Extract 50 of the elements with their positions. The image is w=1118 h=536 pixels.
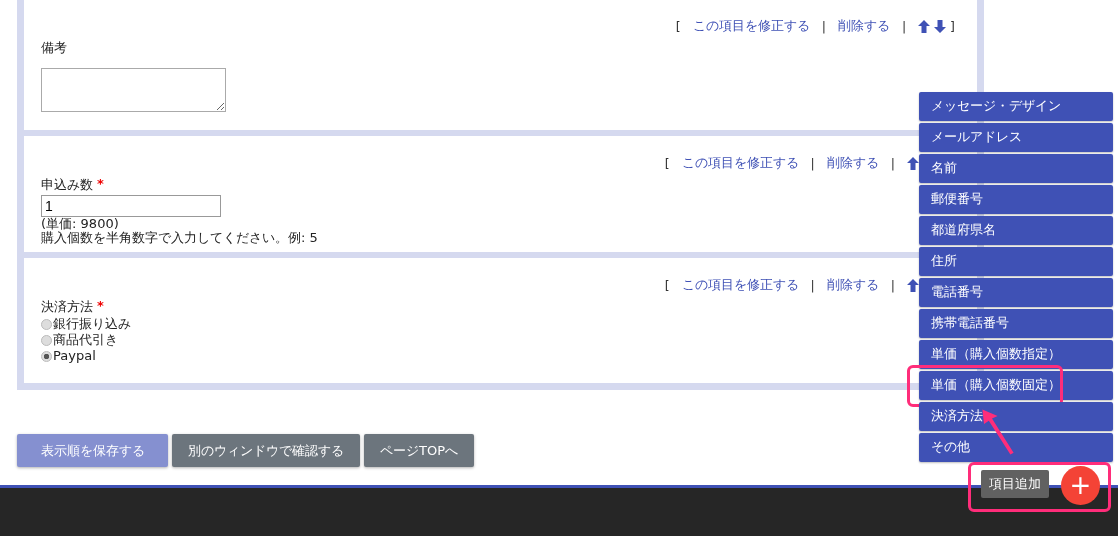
menu-item[interactable]: メールアドレス: [919, 123, 1113, 152]
tooltip: 項目追加: [981, 470, 1049, 498]
delete-link[interactable]: 削除する: [826, 276, 879, 294]
option-label: 銀行振り込み: [53, 316, 131, 332]
edit-link[interactable]: この項目を修正する: [681, 276, 799, 294]
separator: |: [901, 18, 907, 34]
delete-link[interactable]: 削除する: [826, 154, 879, 172]
notes-field[interactable]: [41, 68, 226, 112]
menu-item[interactable]: 都道府県名: [919, 216, 1113, 245]
option-label: 商品代引き: [53, 332, 118, 348]
delete-link[interactable]: 削除する: [837, 17, 890, 35]
field-label: 備考: [41, 39, 67, 57]
menu-item[interactable]: メッセージ・デザイン: [919, 92, 1113, 121]
move-up-icon[interactable]: [907, 156, 919, 170]
separator: |: [890, 277, 895, 293]
separator: |: [810, 277, 815, 293]
field-label: 決済方法: [41, 298, 93, 316]
menu-item[interactable]: 住所: [919, 247, 1113, 276]
menu-item[interactable]: 電話番号: [919, 278, 1113, 307]
bracket: [: [675, 18, 681, 34]
action-button[interactable]: ページTOPへ: [364, 434, 474, 467]
required-mark: *: [97, 176, 104, 193]
move-up-icon[interactable]: [918, 19, 931, 33]
radio-button[interactable]: [41, 350, 52, 362]
separator: |: [821, 18, 826, 34]
menu-item[interactable]: 名前: [919, 154, 1113, 183]
bracket: [: [664, 155, 670, 171]
move-up-icon[interactable]: [907, 278, 919, 292]
bracket: [: [664, 277, 670, 293]
help-text: (単価: 9800): [41, 217, 119, 231]
menu-item[interactable]: 郵便番号: [919, 185, 1113, 214]
quantity-field[interactable]: 1: [41, 195, 221, 217]
separator: |: [810, 155, 815, 171]
move-down-icon[interactable]: [934, 19, 947, 33]
help-text: 購入個数を半角数字で入力してください。例: 5: [41, 231, 318, 245]
menu-item[interactable]: 携帯電話番号: [919, 309, 1113, 338]
radio-button[interactable]: [41, 318, 52, 330]
field-label: 申込み数: [41, 176, 93, 194]
bracket: ]: [950, 18, 955, 34]
edit-link[interactable]: この項目を修正する: [692, 17, 810, 35]
edit-link[interactable]: この項目を修正する: [681, 154, 799, 172]
separator: |: [890, 155, 895, 171]
radio-button[interactable]: [41, 334, 52, 346]
required-mark: *: [97, 298, 104, 315]
menu-item[interactable]: 単価（購入個数指定）: [919, 340, 1113, 369]
option-label: Paypal: [53, 348, 96, 364]
menu-item[interactable]: その他: [919, 433, 1113, 462]
action-button[interactable]: 別のウィンドウで確認する: [172, 434, 360, 467]
menu-item[interactable]: 単価（購入個数固定）: [919, 371, 1113, 400]
menu-item[interactable]: 決済方法: [919, 402, 1113, 431]
